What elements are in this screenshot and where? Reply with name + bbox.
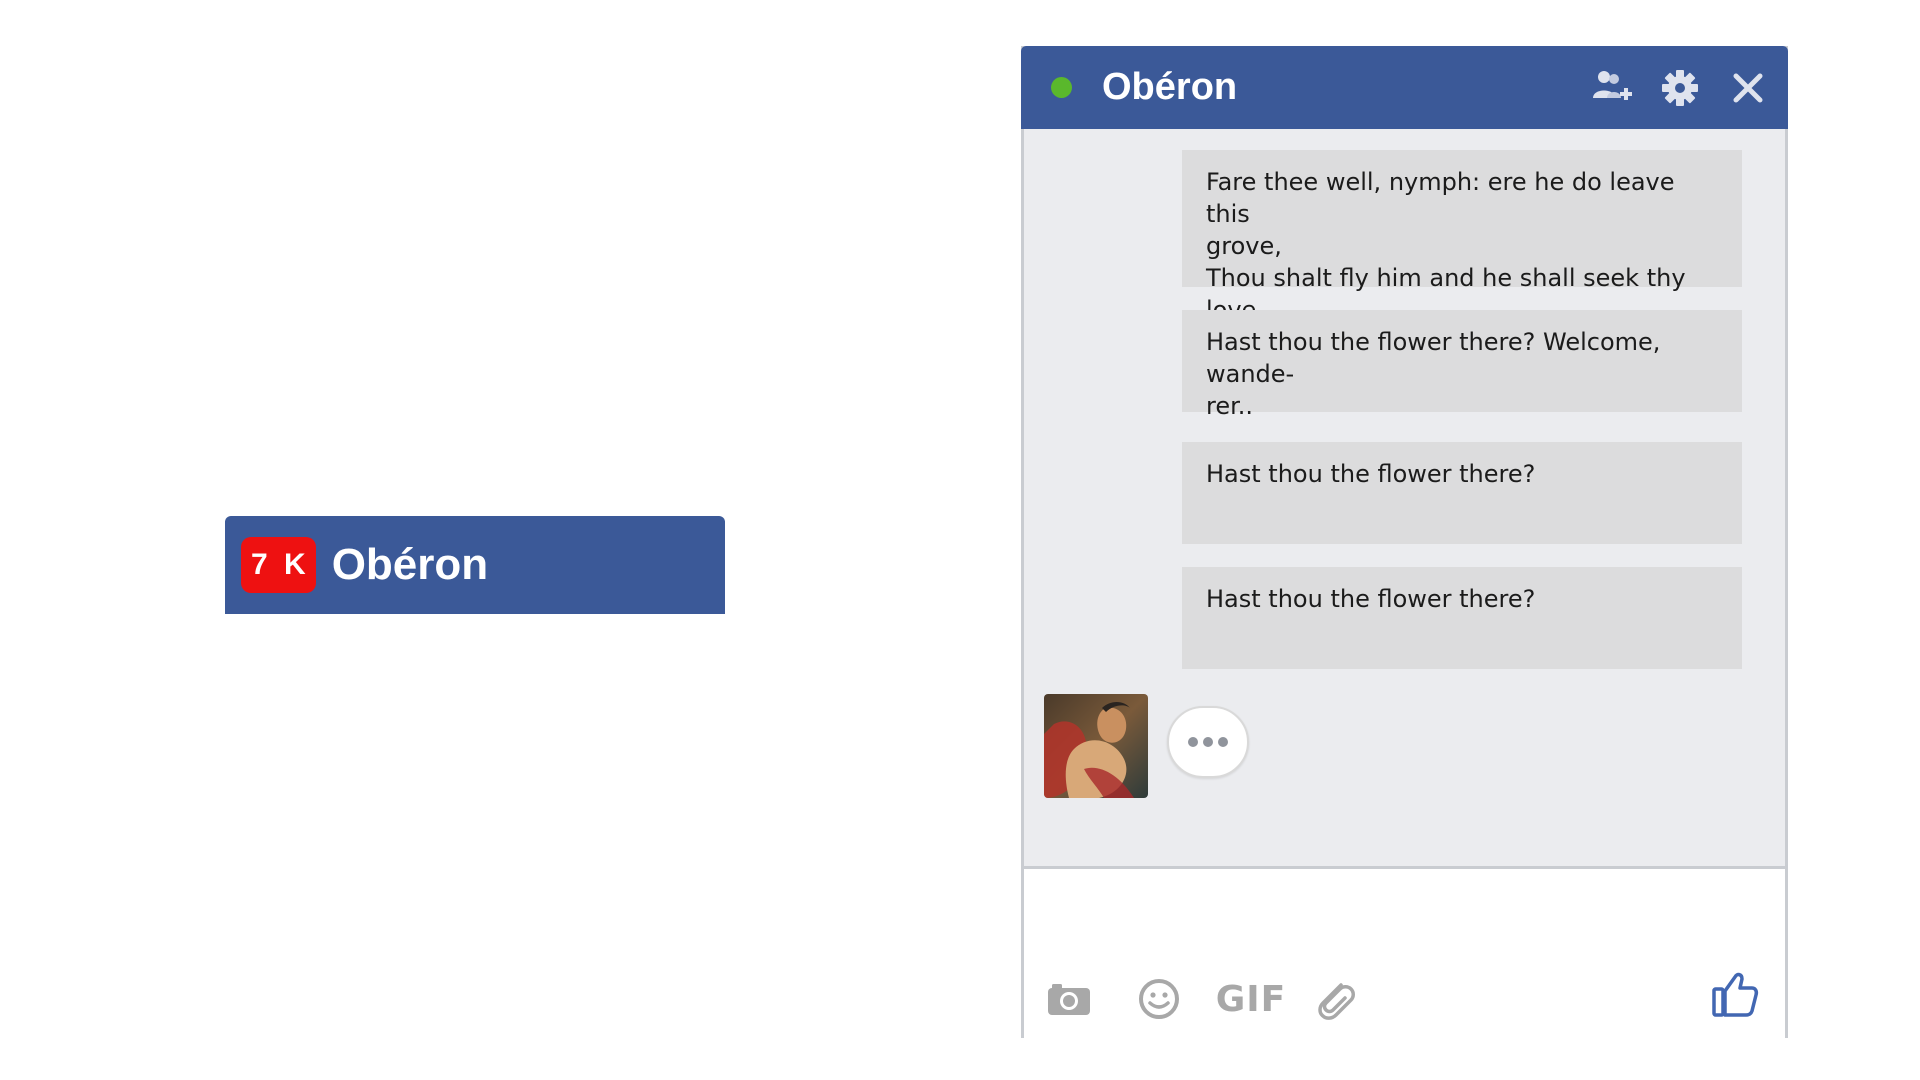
attachment-icon[interactable]	[1309, 974, 1361, 1024]
minimized-chat-name: Obéron	[331, 540, 489, 589]
message-bubble: Fare thee well, nymph: ere he do leave t…	[1182, 150, 1742, 324]
gif-button[interactable]: GIF	[1216, 974, 1286, 1024]
chat-window: Obéron Fare thee well, nymph: ere he do …	[1021, 46, 1788, 1038]
close-icon[interactable]	[1726, 66, 1770, 110]
message-line: grove,	[1206, 232, 1282, 260]
message-line: rer..	[1206, 392, 1254, 420]
message-composer[interactable]: GIF	[1024, 866, 1785, 1038]
message-line: Hast thou the flower there?	[1206, 585, 1536, 613]
thumbs-up-icon[interactable]	[1709, 969, 1761, 1019]
gear-icon[interactable]	[1658, 66, 1702, 110]
message-line: Hast thou the flower there?	[1206, 460, 1536, 488]
camera-icon[interactable]	[1044, 974, 1094, 1024]
add-friend-icon[interactable]	[1590, 66, 1634, 110]
chat-title[interactable]: Obéron	[1102, 66, 1590, 109]
message-line: Hast thou the flower there? Welcome, wan…	[1206, 328, 1661, 388]
gif-label: GIF	[1215, 978, 1287, 1020]
message-bubble: Hast thou the flower there?	[1182, 567, 1742, 669]
message-bubble: Hast thou the flower there?	[1182, 442, 1742, 544]
message-line: Fare thee well, nymph: ere he do leave t…	[1206, 168, 1675, 228]
avatar[interactable]	[1044, 694, 1148, 798]
chat-header[interactable]: Obéron	[1021, 46, 1788, 129]
emoji-icon[interactable]	[1134, 974, 1184, 1024]
unread-count-badge: 7 K	[241, 537, 316, 593]
minimized-chat-tab[interactable]: 7 K Obéron	[225, 516, 725, 614]
typing-dots-icon	[1167, 706, 1249, 778]
message-bubble: Hast thou the flower there? Welcome, wan…	[1182, 310, 1742, 420]
online-status-dot	[1051, 77, 1072, 98]
